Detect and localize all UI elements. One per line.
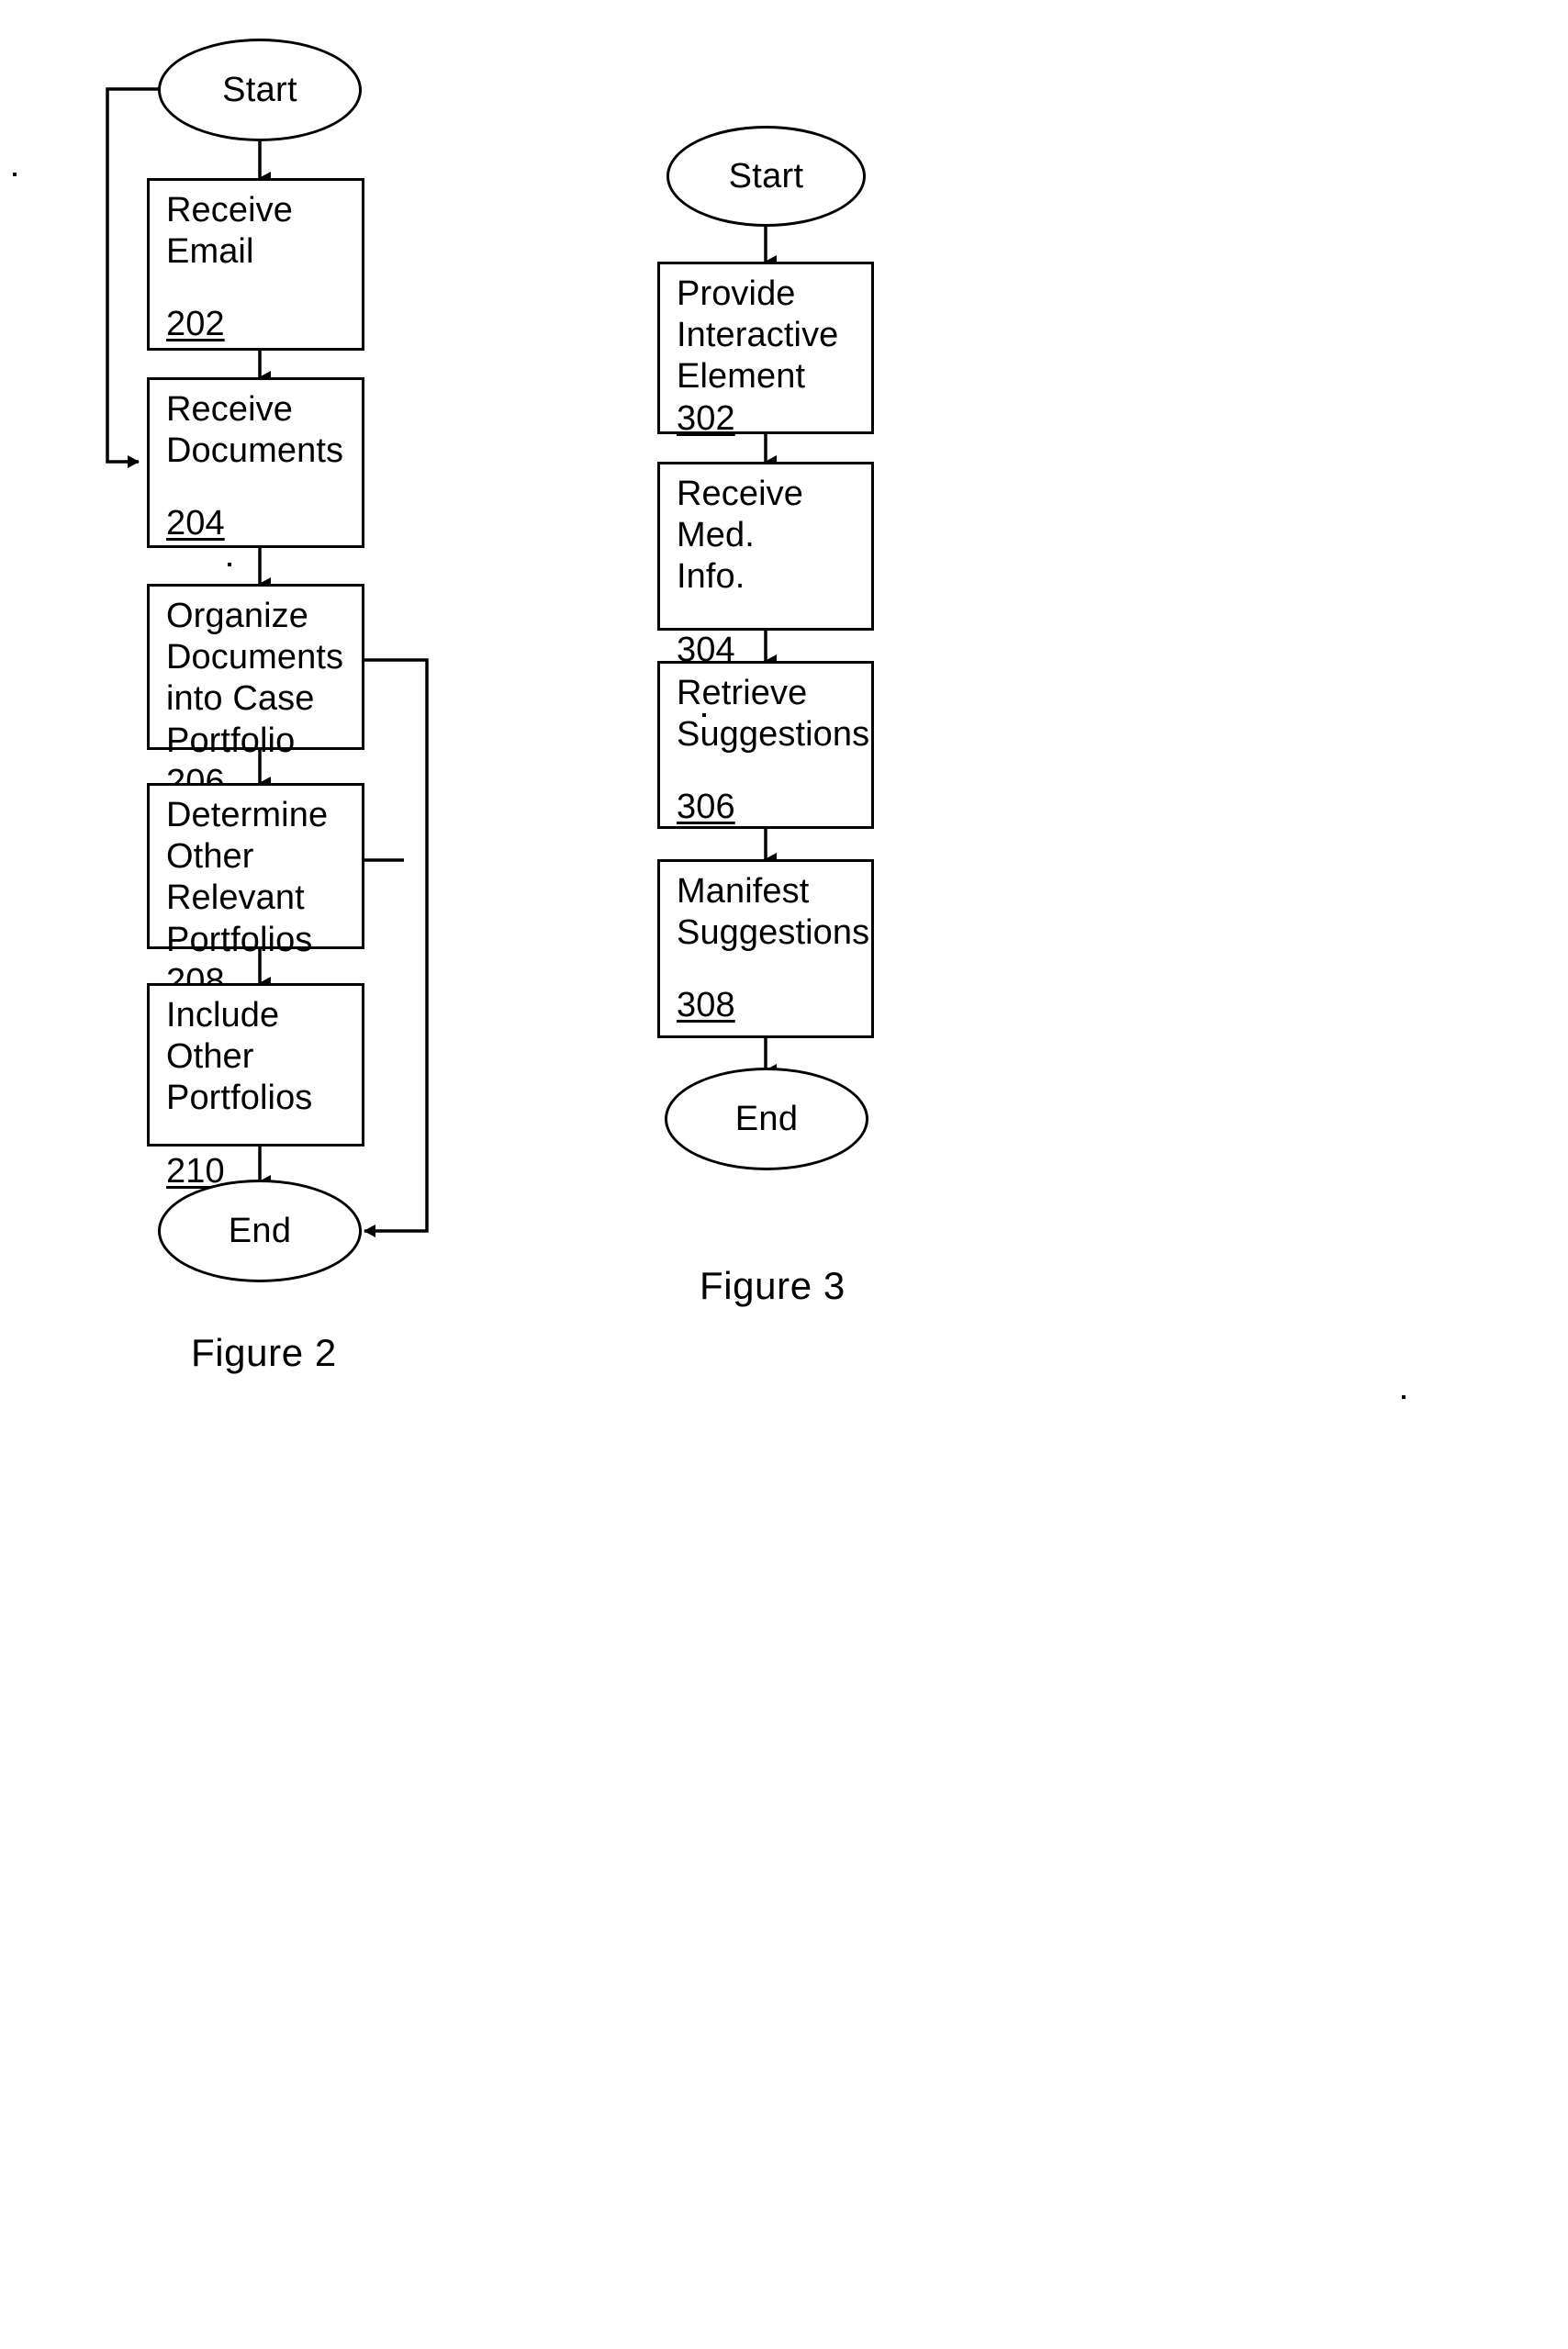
scan-speck	[228, 563, 231, 566]
f3-start-label: Start	[728, 157, 804, 196]
f2-step-208-text: Determine Other Relevant Portfolios 208	[166, 796, 328, 1001]
scan-speck	[702, 713, 706, 717]
f2-start-terminator: Start	[158, 39, 362, 141]
f2-step-202-text: Receive Email	[166, 191, 293, 272]
f2-step-208: Determine Other Relevant Portfolios 208	[147, 783, 364, 1001]
scan-speck	[1402, 1395, 1406, 1399]
f3-step-302-numeral: 302	[677, 398, 735, 438]
f2-step-210: Include Other Portfolios 210	[147, 983, 364, 1191]
f2-step-208-body: Determine Other Relevant Portfolios	[166, 796, 329, 959]
f2-step-206: Organize Documents into Case Portfolio 2…	[147, 584, 364, 801]
f2-step-202: Receive Email 202	[147, 178, 364, 351]
f2-step-204: Receive Documents 204	[147, 377, 364, 548]
patent-figure-sheet: Start Receive Email 202 Receive Document…	[0, 0, 1568, 2349]
f2-step-204-numeral: 204	[166, 504, 225, 543]
f2-step-204-text: Receive Documents	[166, 390, 344, 471]
f3-step-306-numeral: 306	[677, 788, 735, 827]
f2-step-210-text: Include Other Portfolios	[166, 996, 313, 1118]
scan-speck	[13, 173, 17, 176]
f2-end-label: End	[228, 1212, 292, 1250]
f3-step-304-text: Receive Med. Info.	[677, 475, 803, 597]
figure3-caption: Figure 3	[700, 1264, 846, 1307]
f2-branch-206-to-end	[364, 658, 429, 1237]
f3-step-308: Manifest Suggestions 308	[657, 859, 874, 1038]
f3-end-terminator: End	[665, 1068, 868, 1170]
f3-step-302-text: Provide Interactive Element	[677, 274, 839, 397]
f3-start-terminator: Start	[666, 126, 866, 227]
f3-step-308-text: Manifest Suggestions	[677, 872, 870, 953]
f3-step-306: Retrieve Suggestions 306	[657, 661, 874, 829]
f2-step-206-text: Organize Documents into Case Portfolio 2…	[166, 597, 343, 801]
f3-step-304: Receive Med. Info. 304	[657, 462, 874, 669]
figure2-caption: Figure 2	[191, 1331, 337, 1374]
f2-step-206-body: Organize Documents into Case Portfolio	[166, 597, 344, 760]
f3-step-302: Provide Interactive Element 302	[657, 262, 874, 438]
f2-end-terminator: End	[158, 1180, 362, 1282]
f3-end-label: End	[734, 1100, 799, 1138]
f3-step-308-numeral: 308	[677, 986, 735, 1025]
f2-start-label: Start	[222, 71, 297, 109]
f2-step-202-numeral: 202	[166, 305, 225, 344]
